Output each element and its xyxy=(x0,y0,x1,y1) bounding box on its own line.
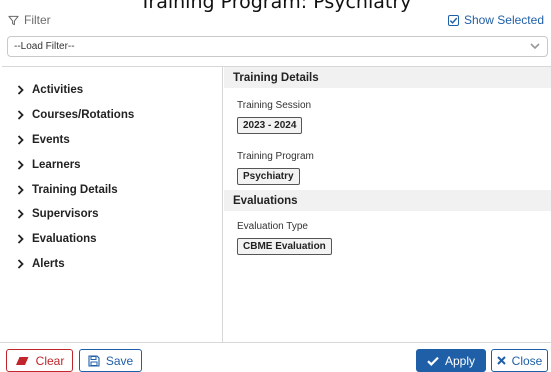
filter-header: Filter xyxy=(8,13,51,27)
nav-item-activities[interactable]: Activities xyxy=(2,78,134,103)
chevron-right-icon xyxy=(17,160,24,170)
training-program-label: Training Program xyxy=(237,151,314,162)
page-title: Training Program: Psychiatry xyxy=(139,0,412,13)
evaluation-type-label: Evaluation Type xyxy=(237,221,308,232)
nav-item-alerts[interactable]: Alerts xyxy=(2,252,134,277)
close-button-label: Close xyxy=(511,353,543,368)
nav-item-supervisors[interactable]: Supervisors xyxy=(2,202,134,227)
apply-button-label: Apply xyxy=(444,353,476,368)
chevron-right-icon xyxy=(17,259,24,269)
nav-item-label: Supervisors xyxy=(32,208,99,221)
close-button[interactable]: Close xyxy=(491,349,548,372)
nav-item-label: Alerts xyxy=(32,257,65,270)
funnel-icon xyxy=(8,15,19,25)
nav-item-events[interactable]: Events xyxy=(2,128,134,153)
checkmark-icon xyxy=(427,356,439,366)
chevron-right-icon xyxy=(17,184,24,195)
x-icon xyxy=(496,356,506,365)
nav-item-label: Events xyxy=(32,133,70,146)
show-selected-toggle[interactable]: Show Selected xyxy=(447,13,544,27)
checkbox-checked-icon[interactable] xyxy=(447,14,459,26)
filter-footer: Clear Save Apply Close xyxy=(0,342,551,372)
filter-category-list: Activities Courses/Rotations Events Lear… xyxy=(2,67,223,342)
nav-item-label: Evaluations xyxy=(32,233,97,246)
chevron-right-icon xyxy=(17,234,24,244)
floppy-disk-icon xyxy=(88,354,100,367)
training-program-chip[interactable]: Psychiatry xyxy=(237,168,300,185)
save-button[interactable]: Save xyxy=(79,349,142,372)
chevron-right-icon xyxy=(17,85,24,96)
nav-item-label: Training Details xyxy=(32,183,118,196)
save-button-label: Save xyxy=(105,353,134,368)
nav-item-learners[interactable]: Learners xyxy=(2,152,134,177)
load-filter-value: --Load Filter-- xyxy=(14,41,75,52)
load-filter-select[interactable]: --Load Filter-- xyxy=(7,36,548,57)
filter-label: Filter xyxy=(24,13,51,27)
section-training-details-title: Training Details xyxy=(224,67,551,88)
evaluation-type-chip[interactable]: CBME Evaluation xyxy=(237,238,332,255)
chevron-right-icon xyxy=(17,135,24,145)
selected-filters-panel: Training Details Training Session 2023 -… xyxy=(224,67,551,342)
chevron-right-icon xyxy=(17,110,24,120)
chevron-right-icon xyxy=(17,209,24,220)
clear-button[interactable]: Clear xyxy=(6,349,73,372)
nav-item-label: Learners xyxy=(32,158,81,171)
nav-item-courses-rotations[interactable]: Courses/Rotations xyxy=(2,103,134,128)
show-selected-label: Show Selected xyxy=(463,13,544,27)
training-session-chip[interactable]: 2023 - 2024 xyxy=(237,117,303,134)
eraser-icon xyxy=(15,356,29,365)
nav-item-label: Courses/Rotations xyxy=(32,109,135,122)
clear-button-label: Clear xyxy=(35,353,65,368)
nav-item-training-details[interactable]: Training Details xyxy=(2,177,134,202)
nav-item-evaluations[interactable]: Evaluations xyxy=(2,227,134,252)
chevron-down-icon xyxy=(530,43,540,50)
nav-item-label: Activities xyxy=(32,84,84,97)
apply-button[interactable]: Apply xyxy=(416,349,486,372)
section-evaluations-title: Evaluations xyxy=(224,190,551,211)
training-session-label: Training Session xyxy=(237,100,312,111)
